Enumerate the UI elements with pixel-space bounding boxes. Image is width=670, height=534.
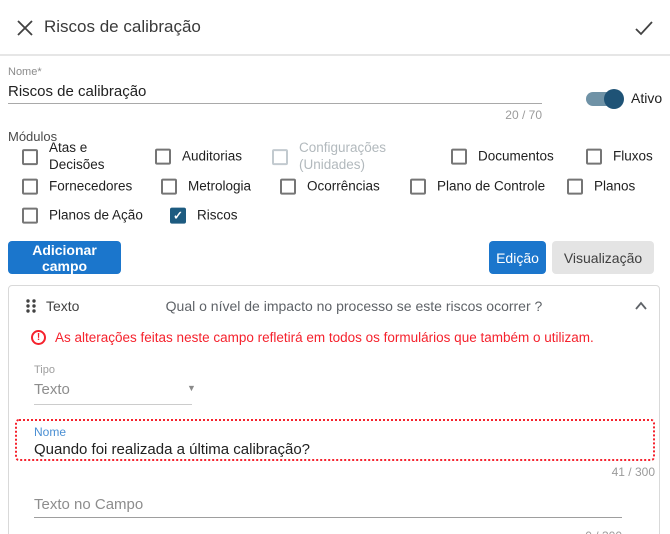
module-checkbox-planos-de-acao[interactable]: Planos de Ação [22,208,143,225]
close-icon-glyph [17,20,33,36]
name-field-input[interactable]: Riscos de calibração [8,83,146,100]
module-checkbox-label: Atas e Decisões [49,140,105,172]
texto-no-campo-counter: 0 / 300 [522,529,622,534]
checkbox-icon [280,179,296,195]
tipo-select-underline [34,404,192,405]
module-checkbox-label: Riscos [197,207,238,223]
page-title: Riscos de calibração [44,17,201,36]
check-icon-glyph [635,21,653,36]
module-checkbox-planos[interactable]: Planos [567,179,635,196]
module-checkbox-fluxos[interactable]: Fluxos [586,149,653,166]
field-question-text: Qual o nível de impacto no processo se e… [165,298,543,314]
module-checkbox-label: Fluxos [613,148,653,164]
nome-field-label: Nome [34,425,67,439]
warning-text: As alterações feitas neste campo refleti… [55,330,594,345]
module-checkbox-auditorias[interactable]: Auditorias [155,149,242,166]
module-checkbox-metrologia[interactable]: Metrologia [161,179,251,196]
module-checkbox-label: Planos [594,178,636,194]
module-checkbox-label: Auditorias [182,148,243,164]
edit-mode-button[interactable]: Edição [489,241,546,274]
edit-risk-form-dialog: Riscos de calibração Nome* Riscos de cal… [0,0,670,534]
chevron-up-glyph [635,301,647,310]
module-checkbox-riscos[interactable]: Riscos [170,208,238,225]
name-field-label: Nome* [8,66,42,78]
checkbox-icon [22,179,38,195]
field-warning: ! As alterações feitas neste campo refle… [31,330,594,345]
active-toggle[interactable] [584,89,624,109]
nome-field-input[interactable]: Quando foi realizada a última calibração… [34,441,310,458]
texto-no-campo-underline [34,517,622,518]
add-field-button[interactable]: Adicionar campo [8,241,121,274]
toggle-thumb [604,89,624,109]
collapse-chevron-up-icon[interactable] [634,296,654,316]
module-checkbox-label: Documentos [478,148,554,164]
drag-dots-glyph [26,299,36,313]
checkbox-icon [567,179,583,195]
texto-no-campo-input[interactable]: Texto no Campo [34,496,143,513]
name-field-counter: 20 / 70 [505,108,542,122]
module-checkbox-configuracoes-unidades[interactable]: Configurações (Unidades) [272,140,386,174]
module-checkbox-label: Plano de Controle [437,178,546,194]
checkbox-icon [410,179,426,195]
module-checkbox-label: Fornecedores [49,178,133,194]
close-icon[interactable] [16,18,36,38]
tipo-select-label: Tipo [34,364,55,376]
module-checkbox-label: Planos de Ação [49,207,143,223]
checkbox-icon [451,149,467,165]
checkbox-icon [22,208,38,224]
header-divider [0,54,670,56]
checkbox-icon [161,179,177,195]
checkbox-icon [155,149,171,165]
module-checkbox-label: Ocorrências [307,178,380,194]
nome-field-counter: 41 / 300 [611,465,655,479]
checkbox-icon [272,149,288,165]
field-type-label: Texto [46,298,80,314]
drag-handle-icon[interactable] [25,298,37,314]
module-checkbox-plano-de-controle[interactable]: Plano de Controle [410,179,545,196]
module-checkbox-label: Metrologia [188,178,252,194]
module-checkbox-ocorrencias[interactable]: Ocorrências [280,179,380,196]
warning-icon: ! [31,330,46,345]
checkbox-icon [170,208,186,224]
active-toggle-label: Ativo [631,90,663,106]
field-card: Texto Qual o nível de impacto no process… [8,285,660,534]
tipo-select-value[interactable]: Texto [34,381,70,398]
module-checkbox-documentos[interactable]: Documentos [451,149,554,166]
dropdown-arrow-icon: ▼ [187,383,196,393]
name-field-underline [8,103,542,104]
view-mode-button[interactable]: Visualização [552,241,654,274]
confirm-icon[interactable] [634,18,654,38]
checkbox-icon [22,149,38,165]
module-checkbox-label: Configurações (Unidades) [299,140,387,172]
checkbox-icon [586,149,602,165]
module-checkbox-atas-e-decisoes[interactable]: Atas e Decisões [22,140,105,174]
module-checkbox-fornecedores[interactable]: Fornecedores [22,179,132,196]
